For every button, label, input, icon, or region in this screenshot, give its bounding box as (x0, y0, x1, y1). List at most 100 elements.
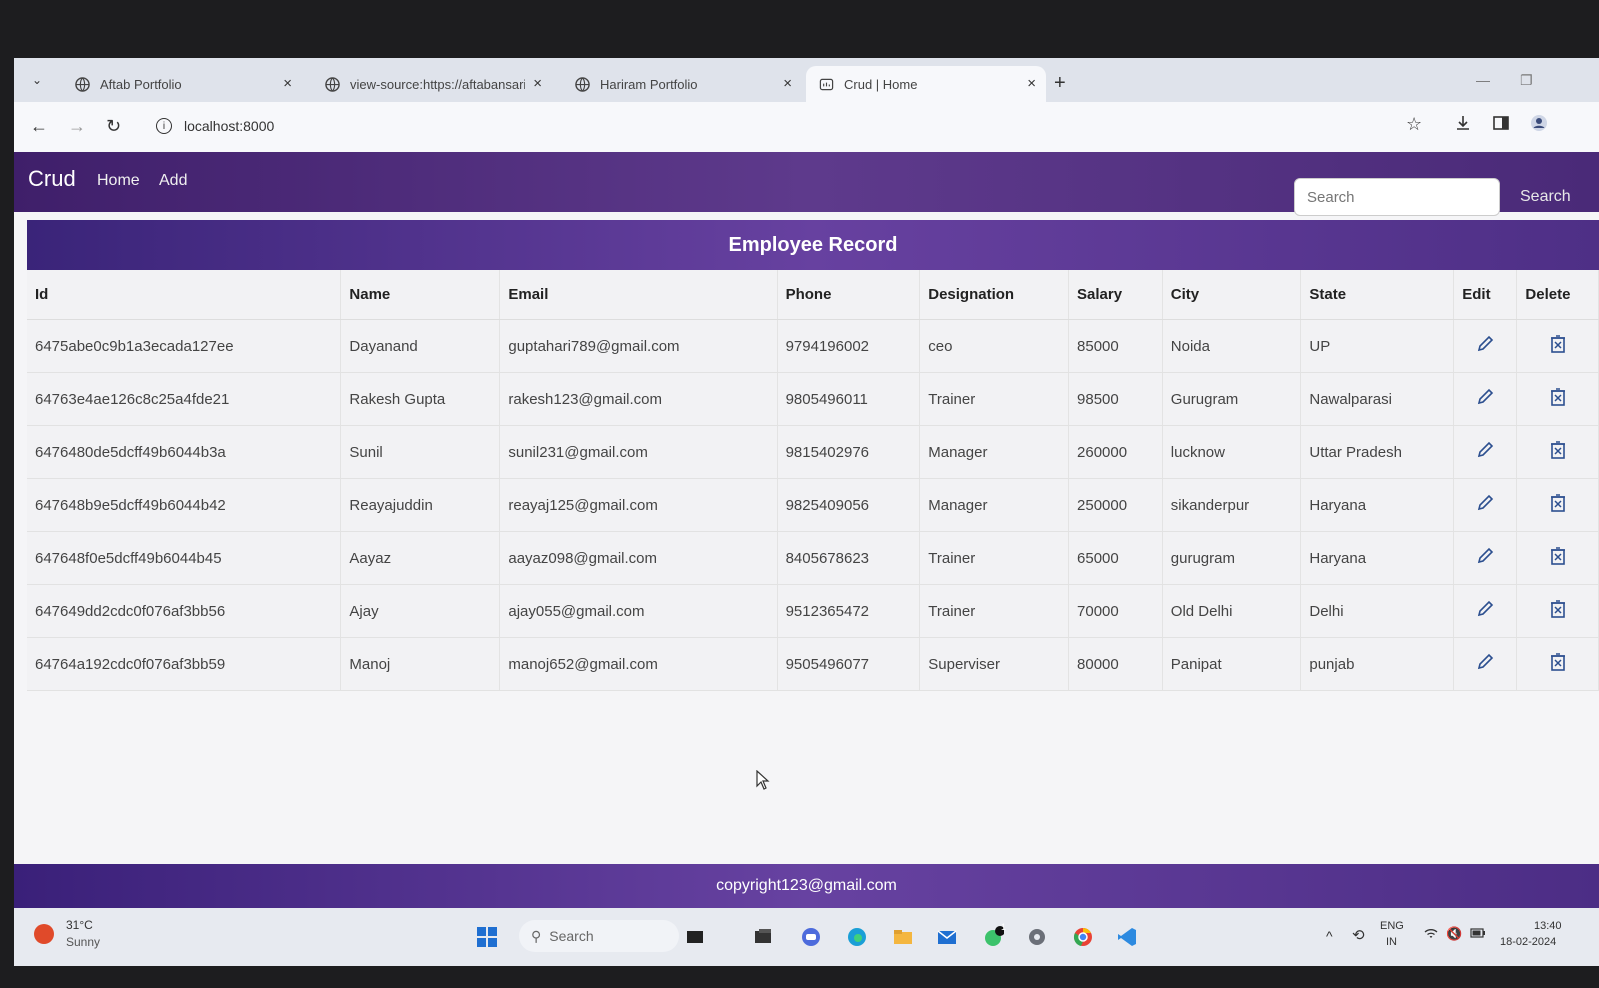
settings-gear-icon[interactable] (1024, 924, 1050, 950)
address-bar[interactable]: i localhost:8000 (146, 110, 1396, 142)
tab-view-source[interactable]: view-source:https://aftabansari × (312, 66, 552, 102)
cell-name: Dayanand (340, 319, 501, 373)
tab-title: Hariram Portfolio (600, 76, 698, 92)
whatsapp-icon[interactable]: 1 (980, 922, 1006, 950)
minimize-icon[interactable]: — (1476, 72, 1490, 88)
brand-link[interactable]: Crud (28, 166, 76, 192)
cell-city: gurugram (1162, 531, 1302, 585)
page-icon (818, 76, 834, 92)
edge-browser-icon[interactable] (844, 924, 870, 950)
cell-phone: 8405678623 (777, 531, 921, 585)
side-panel-icon[interactable] (1492, 114, 1510, 137)
tab-close-icon[interactable]: × (283, 75, 292, 92)
edit-pencil-icon[interactable] (1476, 653, 1494, 671)
delete-icon[interactable] (1550, 653, 1566, 671)
table-row: 647648f0e5dcff49b6044b45 Aayaz aayaz098@… (27, 531, 1599, 585)
cell-name: Manoj (340, 637, 501, 691)
tab-close-icon[interactable]: × (1027, 75, 1036, 92)
tab-hariram-portfolio[interactable]: Hariram Portfolio × (562, 66, 802, 102)
clock-time[interactable]: 13:40 (1534, 920, 1562, 932)
nav-link-add[interactable]: Add (159, 172, 187, 190)
cell-email: reayaj125@gmail.com (499, 478, 778, 532)
cell-city: sikanderpur (1162, 478, 1302, 532)
col-header-email: Email (499, 270, 778, 320)
edit-pencil-icon[interactable] (1476, 494, 1494, 512)
cell-id: 647648b9e5dcff49b6044b42 (27, 478, 342, 532)
search-input[interactable] (1294, 178, 1500, 216)
weather-temperature: 31°C (66, 918, 93, 932)
sync-icon[interactable]: ⟲ (1352, 926, 1365, 944)
cell-state: Nawalparasi (1300, 372, 1455, 426)
web-page: Crud Home Add Search Employee Record Id … (14, 152, 1599, 966)
cell-designation: Trainer (919, 531, 1070, 585)
nav-link-home[interactable]: Home (97, 172, 140, 190)
language-region[interactable]: IN (1386, 936, 1397, 948)
cell-designation: Trainer (919, 372, 1070, 426)
battery-icon[interactable] (1470, 926, 1486, 941)
search-button[interactable]: Search (1520, 188, 1571, 206)
browser-toolbar: ← → ↻ i localhost:8000 ☆ (14, 102, 1599, 152)
cell-salary: 250000 (1068, 478, 1163, 532)
weather-sun-icon[interactable] (34, 924, 54, 944)
taskbar-search[interactable]: ⚲ Search (519, 920, 679, 952)
edit-pencil-icon[interactable] (1476, 388, 1494, 406)
cell-email: aayaz098@gmail.com (499, 531, 778, 585)
cell-state: Delhi (1300, 584, 1455, 638)
cell-phone: 9825409056 (777, 478, 921, 532)
delete-icon[interactable] (1550, 494, 1566, 512)
delete-cell (1516, 584, 1599, 638)
mail-icon[interactable] (934, 924, 960, 950)
chrome-icon[interactable] (1070, 924, 1096, 950)
clock-date[interactable]: 18-02-2024 (1500, 936, 1556, 948)
forward-icon[interactable]: → (68, 116, 86, 137)
edit-cell (1453, 637, 1518, 691)
tab-close-icon[interactable]: × (533, 75, 542, 92)
profile-icon[interactable] (1530, 114, 1548, 137)
delete-icon[interactable] (1550, 335, 1566, 353)
windows-start-icon[interactable] (474, 924, 500, 950)
download-icon[interactable] (1454, 114, 1472, 137)
edit-cell (1453, 584, 1518, 638)
tab-aftab-portfolio[interactable]: Aftab Portfolio × (62, 66, 302, 102)
tab-close-icon[interactable]: × (783, 75, 792, 92)
employee-record-card: Employee Record Id Name Email Phone Desi… (27, 220, 1599, 691)
tab-crud-home[interactable]: Crud | Home × (806, 66, 1046, 102)
edit-pencil-icon[interactable] (1476, 547, 1494, 565)
restore-icon[interactable]: ❐ (1520, 72, 1533, 89)
tab-search-chevron-icon[interactable]: ⌄ (24, 68, 50, 92)
site-info-icon[interactable]: i (156, 118, 172, 134)
language-code[interactable]: ENG (1380, 920, 1404, 932)
wifi-icon[interactable] (1424, 928, 1438, 943)
taskview-icon[interactable] (682, 924, 708, 950)
edit-pencil-icon[interactable] (1476, 600, 1494, 618)
cell-designation: Manager (919, 425, 1070, 479)
file-explorer-icon[interactable] (750, 924, 776, 950)
volume-muted-icon[interactable]: 🔇 (1446, 926, 1462, 942)
delete-icon[interactable] (1550, 600, 1566, 618)
bookmark-star-icon[interactable]: ☆ (1406, 114, 1422, 135)
edit-pencil-icon[interactable] (1476, 335, 1494, 353)
cell-phone: 9505496077 (777, 637, 921, 691)
vscode-icon[interactable] (1114, 924, 1140, 950)
chat-icon[interactable] (798, 924, 824, 950)
site-footer: copyright123@gmail.com (14, 864, 1599, 908)
cell-name: Ajay (340, 584, 501, 638)
reload-icon[interactable]: ↻ (106, 116, 121, 137)
edit-pencil-icon[interactable] (1476, 441, 1494, 459)
delete-icon[interactable] (1550, 547, 1566, 565)
table-row: 647649dd2cdc0f076af3bb56 Ajay ajay055@gm… (27, 584, 1599, 638)
cell-state: UP (1300, 319, 1455, 373)
cell-state: Haryana (1300, 478, 1455, 532)
tray-chevron-icon[interactable]: ^ (1326, 928, 1333, 944)
delete-cell (1516, 319, 1599, 373)
employee-table: Id Name Email Phone Designation Salary C… (27, 270, 1599, 691)
new-tab-icon[interactable]: + (1054, 72, 1066, 95)
delete-icon[interactable] (1550, 441, 1566, 459)
col-header-state: State (1300, 270, 1455, 320)
folder-icon[interactable] (890, 924, 916, 950)
cell-name: Reayajuddin (340, 478, 501, 532)
back-icon[interactable]: ← (30, 116, 48, 137)
delete-icon[interactable] (1550, 388, 1566, 406)
cell-name: Rakesh Gupta (340, 372, 501, 426)
site-navbar: Crud Home Add Search (14, 152, 1599, 216)
